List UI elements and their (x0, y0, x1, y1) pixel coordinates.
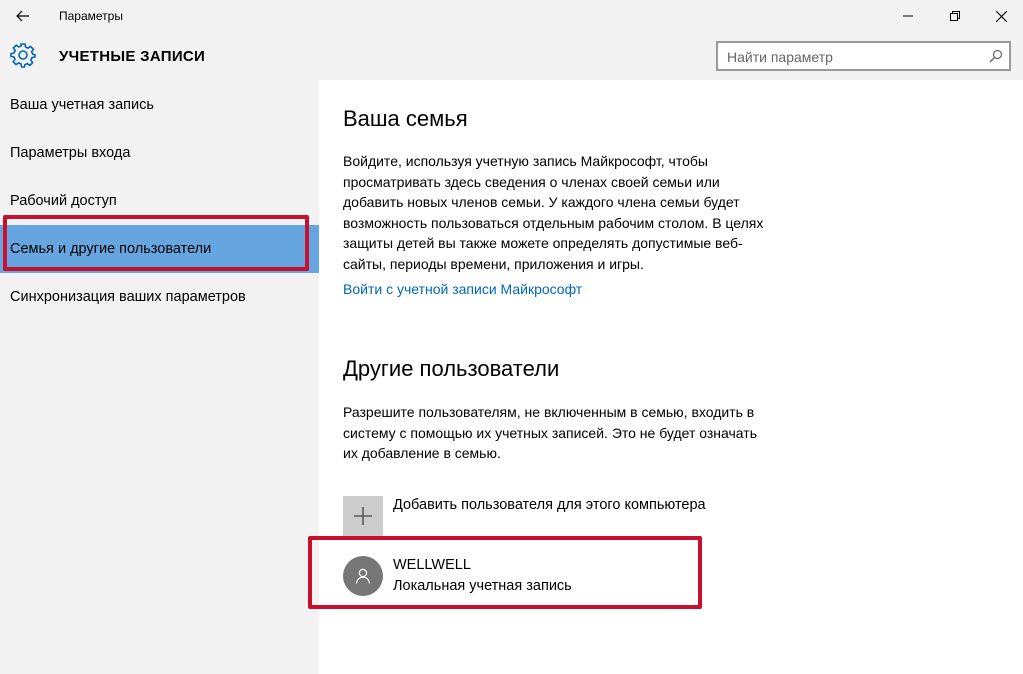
sidebar-item-family-other-users[interactable]: Семья и другие пользователи (0, 225, 319, 273)
sidebar-item-label: Рабочий доступ (10, 193, 117, 209)
settings-header: УЧЕТНЫЕ ЗАПИСИ Найти параметр (0, 32, 1023, 80)
add-user-label[interactable]: Добавить пользователя для этого компьюте… (393, 497, 706, 513)
sidebar-item-label: Семья и другие пользователи (10, 241, 212, 257)
window-title: Параметры (59, 9, 123, 23)
text-line: просматривать здесь сведения о членах св… (343, 173, 720, 190)
sidebar-item-work-access[interactable]: Рабочий доступ (0, 178, 319, 224)
family-heading: Ваша семья (343, 106, 468, 131)
other-users-description: Разрешите пользователям, не включенным в… (343, 402, 803, 464)
close-icon (995, 10, 1007, 22)
search-placeholder: Найти параметр (727, 49, 833, 65)
text-line: сайты, периоды времени, приложения и игр… (343, 255, 644, 272)
sidebar-item-label: Параметры входа (10, 145, 131, 161)
plus-icon (354, 507, 372, 525)
minimize-button[interactable] (885, 0, 931, 32)
minimize-icon (903, 15, 913, 17)
text-line: Войдите, используя учетную запись Майкро… (343, 153, 708, 169)
gear-icon (10, 43, 36, 68)
family-description: Войдите, используя учетную запись Майкро… (343, 151, 803, 274)
microsoft-sign-in-link[interactable]: Войти с учетной записи Майкрософт (343, 281, 582, 297)
person-icon (355, 568, 371, 584)
text-line: возможность пользоваться отдельным рабоч… (343, 214, 764, 231)
text-line: Разрешите пользователям, не включенным в… (343, 404, 755, 420)
restore-icon (950, 11, 960, 21)
avatar[interactable] (343, 556, 383, 596)
back-arrow-icon (16, 10, 29, 22)
title-bar: Параметры (0, 0, 1023, 32)
main-content: Ваша семья Войдите, используя учетную за… (308, 80, 1023, 674)
back-button[interactable] (8, 4, 38, 28)
sidebar: Ваша учетная запись Параметры входа Рабо… (0, 80, 319, 674)
user-name[interactable]: WELLWELL (393, 557, 471, 573)
text-line: их добавление в семью. (343, 445, 501, 461)
text-line: систему с помощью их учетных записей. Эт… (343, 424, 757, 441)
user-account-type: Локальная учетная запись (393, 578, 572, 594)
sidebar-item-label: Ваша учетная запись (10, 97, 154, 113)
restore-button[interactable] (932, 0, 978, 32)
search-input[interactable]: Найти параметр (716, 41, 1011, 71)
sidebar-item-label: Синхронизация ваших параметров (10, 289, 246, 305)
add-user-button[interactable] (343, 496, 383, 536)
other-users-heading: Другие пользователи (343, 356, 560, 381)
sidebar-item-your-account[interactable]: Ваша учетная запись (0, 82, 319, 128)
text-line: защиты детей вы также можете определять … (343, 235, 743, 251)
page-title: УЧЕТНЫЕ ЗАПИСИ (59, 48, 206, 65)
close-button[interactable] (978, 0, 1023, 32)
sidebar-item-sign-in-options[interactable]: Параметры входа (0, 130, 319, 176)
text-line: добавить новых членов семьи. У каждого ч… (343, 194, 740, 210)
sidebar-item-sync-settings[interactable]: Синхронизация ваших параметров (0, 274, 319, 320)
search-icon[interactable] (989, 49, 1003, 63)
